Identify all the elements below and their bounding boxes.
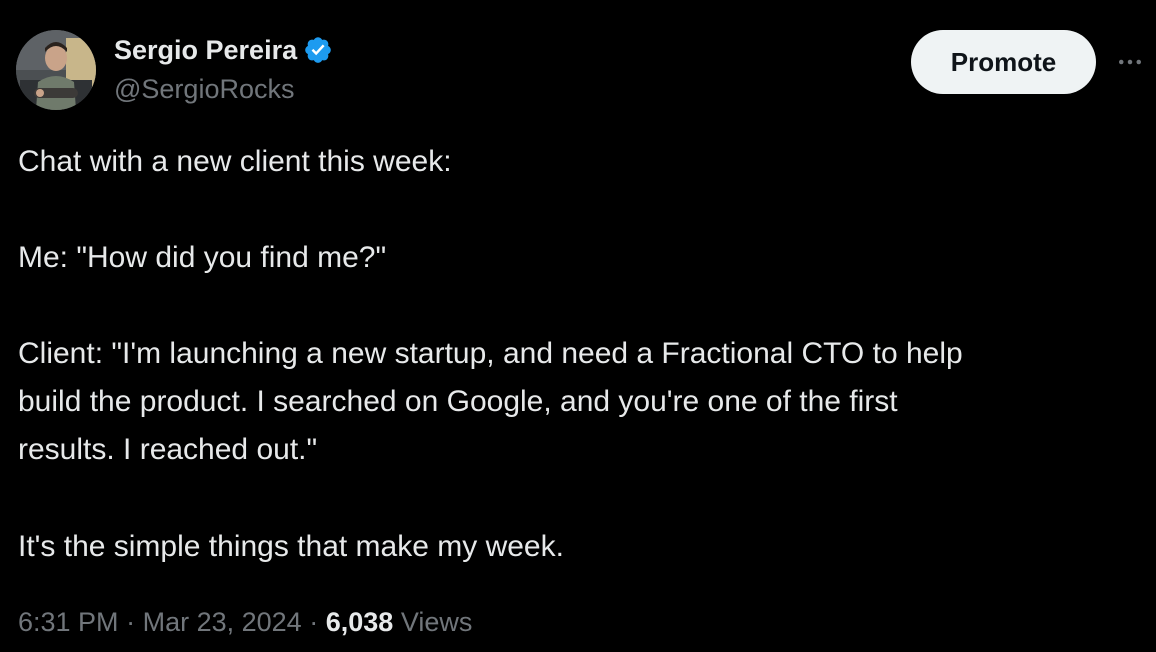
author-name[interactable]: Sergio Pereira	[114, 35, 297, 66]
author-handle[interactable]: @SergioRocks	[114, 74, 294, 105]
verified-badge-icon[interactable]	[303, 35, 333, 65]
tweet-text-line-6: It's the simple things that make my week…	[18, 530, 564, 563]
tweet-text-line-4: build the product. I searched on Google,…	[18, 385, 898, 418]
views-count[interactable]: 6,038	[326, 607, 394, 637]
tweet-text-line-3: Client: "I'm launching a new startup, an…	[18, 337, 963, 370]
tweet-text-line-2: Me: "How did you find me?"	[18, 241, 387, 274]
author-name-row[interactable]: Sergio Pereira	[114, 34, 333, 66]
tweet-text-line-5: results. I reached out."	[18, 433, 318, 466]
tweet-time[interactable]: 6:31 PM	[18, 607, 119, 637]
avatar[interactable]	[16, 30, 96, 110]
meta-separator: ·	[126, 607, 136, 637]
tweet-text-line-1: Chat with a new client this week:	[18, 145, 452, 178]
tweet-card: Sergio Pereira @SergioRocks Promote Chat…	[0, 0, 1156, 652]
more-options-icon[interactable]	[1112, 44, 1148, 80]
meta-separator: ·	[309, 607, 319, 637]
tweet-meta: 6:31 PM · Mar 23, 2024 · 6,038 Views	[18, 602, 472, 642]
views-label: Views	[400, 607, 473, 637]
avatar-image	[16, 30, 96, 110]
promote-button[interactable]: Promote	[911, 30, 1096, 94]
tweet-date[interactable]: Mar 23, 2024	[143, 607, 302, 637]
